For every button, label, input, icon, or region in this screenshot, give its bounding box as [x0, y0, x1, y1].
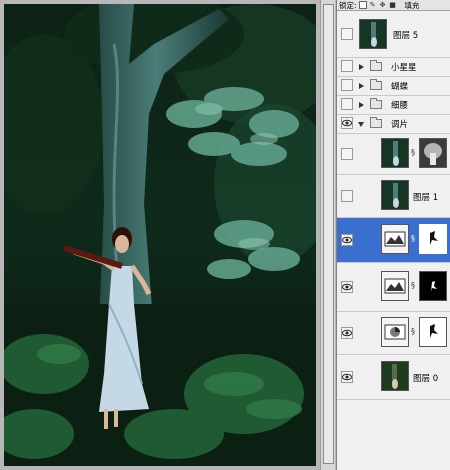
layer-row[interactable]: 图层 1: [337, 175, 450, 218]
adjustment-thumbnail: [381, 271, 409, 301]
adjustment-thumbnail: [381, 317, 409, 347]
visibility-toggle[interactable]: [341, 28, 353, 40]
visibility-toggle[interactable]: [341, 148, 353, 160]
visibility-toggle[interactable]: [341, 327, 353, 339]
layers-panel-empty-area: [337, 400, 450, 470]
layer-group-row[interactable]: 蝴蝶: [337, 77, 450, 96]
layer-mask-thumbnail: [419, 224, 447, 254]
eye-icon: [342, 283, 352, 291]
lock-transparent-checkbox[interactable]: [358, 1, 367, 9]
adjustment-thumbnail: [381, 224, 409, 254]
visibility-toggle[interactable]: [341, 371, 353, 383]
violinist-forest-photo: [4, 4, 316, 466]
folder-icon: [370, 79, 382, 90]
visibility-toggle[interactable]: [341, 190, 353, 202]
folder-icon: [370, 117, 382, 128]
layer-row-selected[interactable]: §: [337, 218, 450, 263]
chain-link-icon: §: [411, 234, 415, 243]
visibility-toggle[interactable]: [341, 98, 353, 110]
expand-arrow-icon[interactable]: [358, 122, 364, 127]
folder-icon: [370, 60, 382, 71]
eye-icon: [342, 329, 352, 337]
layer-row[interactable]: 图层 0: [337, 355, 450, 400]
layer-thumbnail: [381, 361, 409, 391]
move-icon[interactable]: ✥: [379, 1, 387, 9]
layer-group-row[interactable]: 小星星: [337, 58, 450, 77]
scrollbar-thumb[interactable]: [323, 4, 334, 464]
eye-icon: [342, 373, 352, 381]
layers-lock-toolbar: 锁定: ✎ ✥ ■ 填充: [337, 0, 450, 11]
layer-mask-thumbnail: [419, 317, 447, 347]
lock-icon[interactable]: ■: [389, 1, 397, 9]
chain-link-icon: §: [411, 148, 415, 157]
visibility-toggle[interactable]: [341, 117, 353, 129]
group-name: 蝴蝶: [391, 82, 409, 92]
folder-icon: [370, 98, 382, 109]
layer-thumbnail: [381, 138, 409, 168]
visibility-toggle[interactable]: [341, 281, 353, 293]
group-name: 小星星: [391, 63, 417, 73]
expand-arrow-icon[interactable]: [359, 102, 364, 108]
eye-icon: [342, 119, 352, 127]
layer-mask-thumbnail: [419, 138, 447, 168]
layer-thumbnail: [381, 180, 409, 210]
chain-link-icon: §: [411, 281, 415, 290]
visibility-toggle[interactable]: [341, 60, 353, 72]
expand-arrow-icon[interactable]: [359, 83, 364, 89]
layer-row[interactable]: 图层 5: [337, 11, 450, 58]
layer-row[interactable]: §: [337, 312, 450, 355]
vertical-scrollbar[interactable]: [320, 0, 335, 470]
layer-group-row[interactable]: 细腰: [337, 96, 450, 115]
layer-name: 图层 0: [413, 374, 439, 384]
levels-adjustment-icon: [384, 231, 406, 247]
layer-name: 图层 5: [393, 31, 419, 41]
layers-panel: 锁定: ✎ ✥ ■ 填充 图层 5 小星星 蝴蝶 细腰 调片 § 图层 1 § …: [336, 0, 450, 470]
chain-link-icon: §: [411, 327, 415, 336]
brush-icon[interactable]: ✎: [369, 1, 377, 9]
expand-arrow-icon[interactable]: [359, 64, 364, 70]
layer-row[interactable]: §: [337, 263, 450, 312]
visibility-toggle[interactable]: [341, 79, 353, 91]
layer-mask-thumbnail: [419, 271, 447, 301]
group-name: 调片: [391, 120, 409, 130]
fill-label: 填充: [404, 0, 420, 10]
layer-row[interactable]: §: [337, 134, 450, 175]
group-name: 细腰: [391, 101, 409, 111]
canvas-area[interactable]: [0, 0, 336, 470]
hue-saturation-adjustment-icon: [384, 324, 406, 340]
levels-adjustment-icon: [384, 278, 406, 294]
layer-name: 图层 1: [413, 193, 439, 203]
eye-icon: [342, 236, 352, 244]
visibility-toggle[interactable]: [341, 234, 353, 246]
layer-thumbnail: [359, 19, 387, 49]
layer-group-row[interactable]: 调片: [337, 115, 450, 134]
canvas-photo[interactable]: [4, 4, 316, 466]
lock-label: 锁定:: [339, 0, 357, 10]
